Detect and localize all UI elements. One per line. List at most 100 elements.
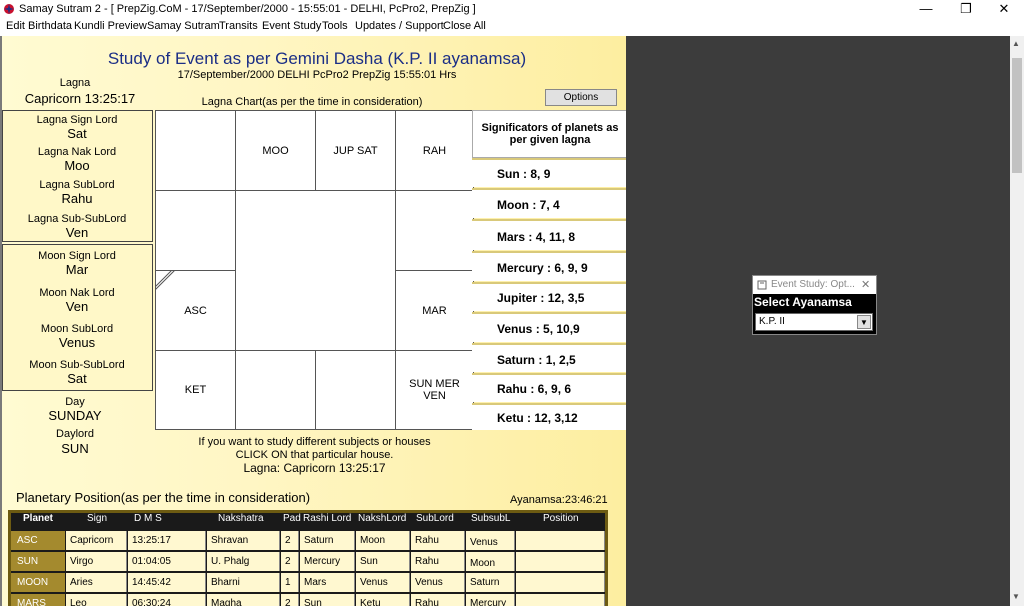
dialog-app-icon	[757, 280, 767, 290]
daylord-label: Daylord	[56, 428, 94, 440]
menu-kundli-preview[interactable]: Kundli Preview	[74, 20, 147, 32]
planet-cell: SUN	[11, 552, 65, 571]
significator-houses: : 6, 9, 6	[530, 382, 572, 396]
subsubl-cell: Venus	[466, 531, 515, 550]
house-12[interactable]	[155, 110, 236, 191]
significator-planet: Sun	[497, 167, 520, 181]
close-button[interactable]: ✕	[985, 0, 1023, 18]
significator-venus: Venus : 5, 10,9	[472, 312, 626, 342]
house-1-moon[interactable]: MOO	[235, 110, 316, 191]
house-3-rahu[interactable]: RAH	[395, 110, 474, 191]
pad-cell: 2	[281, 594, 299, 606]
significator-ketu: Ketu : 12, 3,12	[472, 403, 626, 430]
day-label: Day	[65, 396, 85, 408]
chart-center	[235, 190, 396, 351]
planet-cell: MARS	[11, 594, 65, 606]
scrollbar-thumb[interactable]	[1012, 58, 1022, 173]
significator-houses: : 7, 4	[532, 198, 560, 212]
vertical-scrollbar[interactable]: ▲ ▼	[1010, 36, 1024, 606]
moon-nak-lord-value: Ven	[65, 299, 89, 314]
ayanamsa-select[interactable]: K.P. II	[755, 313, 873, 331]
dialog-close-icon[interactable]: ✕	[861, 278, 870, 291]
sublord-cell: Rahu	[411, 531, 465, 550]
menu-transits[interactable]: Transits	[219, 20, 258, 32]
table-row: ASC Capricorn 13:25:17 Shravan 2 Saturn …	[11, 531, 605, 551]
lagna-nak-lord-label: Lagna Nak Lord	[37, 146, 117, 158]
moon-sub-sublord-label: Moon Sub-SubLord	[29, 359, 125, 371]
sign-cell: Virgo	[66, 552, 127, 571]
instruction-line-2: CLICK ON that particular house.	[235, 449, 394, 461]
significator-rahu: Rahu : 6, 9, 6	[472, 373, 626, 402]
menu-tools[interactable]: Tools	[322, 20, 348, 32]
menu-samay-sutram[interactable]: Samay Sutram	[147, 20, 220, 32]
instruction-lagna: Lagna: Capricorn 13:25:17	[243, 461, 386, 475]
significator-planet: Rahu	[497, 382, 527, 396]
nakshlord-cell: Moon	[356, 531, 410, 550]
rashi-lord-cell: Mercury	[300, 552, 355, 571]
significator-planet: Jupiter	[497, 291, 538, 305]
lagna-nak-lord-value: Moo	[64, 158, 90, 173]
lagna-sign-lord-label: Lagna Sign Lord	[36, 114, 118, 126]
house-5-mars[interactable]: MAR	[395, 270, 474, 351]
rashi-lord-cell: Mars	[300, 573, 355, 592]
rashi-lord-cell: Saturn	[300, 531, 355, 550]
significator-houses: : 8, 9	[523, 167, 551, 181]
moon-sub-sublord-value: Sat	[67, 371, 87, 386]
column-header-rashi-lord: Rashi Lord	[303, 513, 352, 524]
scroll-up-icon[interactable]: ▲	[1012, 39, 1020, 48]
house-7[interactable]	[315, 350, 396, 430]
house-6-line-1: SUN MER	[409, 378, 460, 390]
significator-mars: Mars : 4, 11, 8	[472, 219, 626, 250]
planetary-position-table: Planet Sign D M S Nakshatra Pad Rashi Lo…	[8, 510, 608, 606]
table-row: MOON Aries 14:45:42 Bharni 1 Mars Venus …	[11, 573, 605, 593]
significator-planet: Ketu	[497, 411, 524, 425]
dms-cell: 01:04:05	[128, 552, 206, 571]
house-9-ketu[interactable]: KET	[155, 350, 236, 430]
page-title: Study of Event as per Gemini Dasha (K.P.…	[107, 49, 527, 68]
significator-houses: : 12, 3,5	[540, 291, 585, 305]
menu-event-study[interactable]: Event Study	[262, 20, 321, 32]
chart-caption: Lagna Chart(as per the time in considera…	[201, 96, 423, 108]
column-header-subsubl: SubsubL	[471, 513, 511, 524]
dms-cell: 13:25:17	[128, 531, 206, 550]
sign-cell: Aries	[66, 573, 127, 592]
house-4[interactable]	[395, 190, 474, 271]
nakshatra-cell: U. Phalg	[207, 552, 280, 571]
lagna-sub-sublord-label: Lagna Sub-SubLord	[27, 213, 127, 225]
restore-button[interactable]: ❐	[947, 0, 985, 18]
house-8[interactable]	[235, 350, 316, 430]
nakshlord-cell: Ketu	[356, 594, 410, 606]
rashi-lord-cell: Sun	[300, 594, 355, 606]
options-button[interactable]: Options	[545, 89, 617, 106]
column-header-dms: D M S	[134, 513, 162, 524]
title-bar: Samay Sutram 2 - [ PrepZig.CoM - 17/Sept…	[0, 0, 1024, 18]
significator-moon: Moon : 7, 4	[472, 188, 626, 218]
column-header-sign: Sign	[87, 513, 108, 524]
lagna-sublord-label: Lagna SubLord	[39, 179, 115, 191]
position-cell	[516, 552, 605, 571]
house-11[interactable]	[155, 190, 236, 271]
house-6-line-2: VEN	[423, 390, 446, 402]
menu-close-all[interactable]: Close All	[443, 20, 486, 32]
subsubl-cell: Moon	[466, 552, 515, 571]
moon-sublord-label: Moon SubLord	[40, 323, 114, 335]
lagna-label: Lagna	[59, 77, 91, 89]
menu-edit-birthdata[interactable]: Edit Birthdata	[6, 20, 72, 32]
menu-updates-support[interactable]: Updates / Support	[355, 20, 444, 32]
scroll-down-icon[interactable]: ▼	[1012, 592, 1020, 601]
daylord-value: SUN	[61, 441, 89, 456]
position-cell	[516, 594, 605, 606]
column-header-planet: Planet	[23, 513, 54, 524]
house-6-sun-mercury-venus[interactable]: SUN MER VEN	[395, 350, 474, 430]
ascendant-marker-icon	[155, 270, 175, 290]
significator-planet: Saturn	[497, 353, 536, 367]
minimize-button[interactable]: —	[907, 0, 945, 18]
significator-planet: Moon	[497, 198, 529, 212]
moon-sign-lord-value: Mar	[65, 262, 89, 277]
dms-cell: 14:45:42	[128, 573, 206, 592]
house-2-jupiter-saturn[interactable]: JUP SAT	[315, 110, 396, 191]
significator-houses: : 12, 3,12	[527, 411, 578, 425]
chevron-down-icon[interactable]: ▼	[857, 315, 871, 329]
sublord-cell: Venus	[411, 573, 465, 592]
position-cell	[516, 573, 605, 592]
